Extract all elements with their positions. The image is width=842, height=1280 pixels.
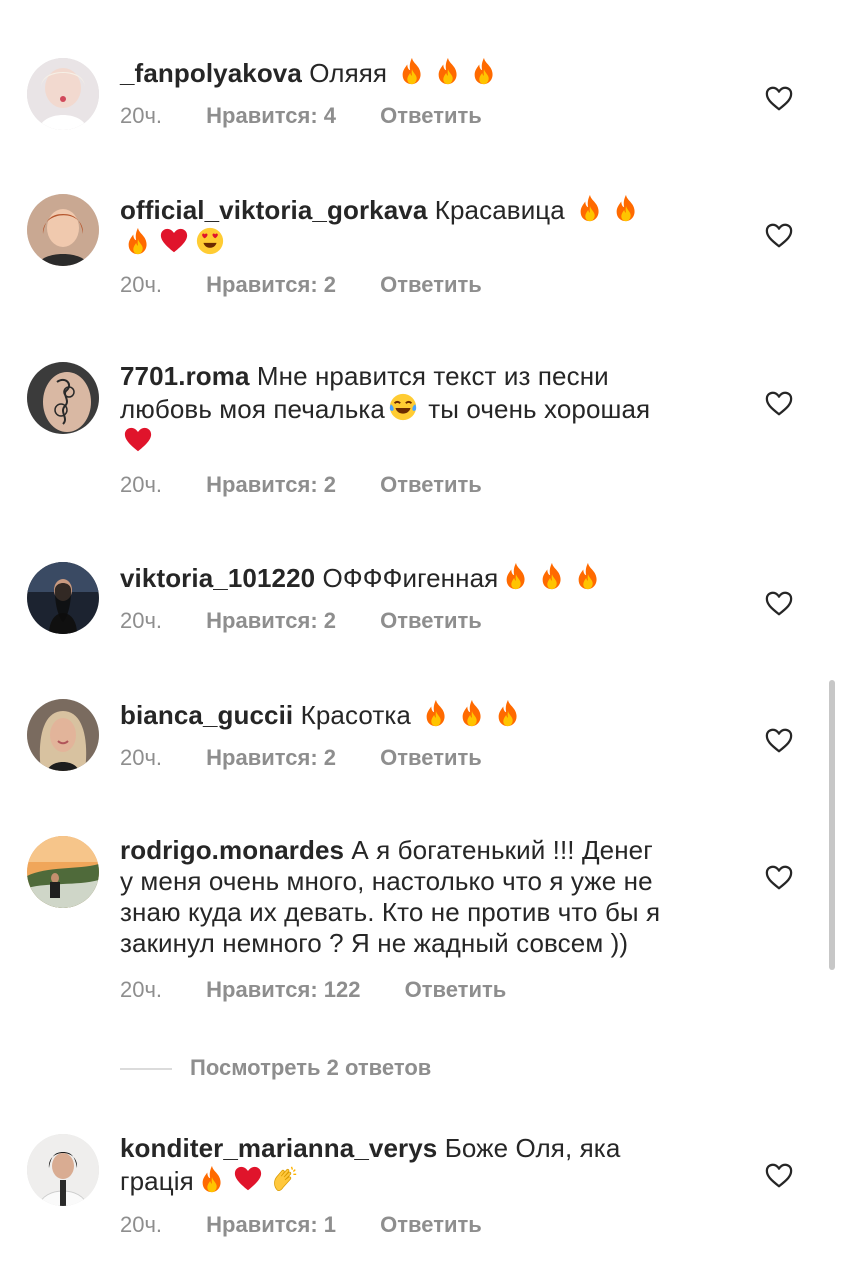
- red-heart-emoji-icon: [233, 1164, 263, 1194]
- like-heart-icon[interactable]: [764, 221, 794, 249]
- comment-meta: 20ч. Нравится: 4 Ответить: [120, 101, 482, 131]
- comment-text: konditer_marianna_verys Боже Оля, яка гр…: [120, 1133, 720, 1197]
- comment-body: Красотка: [300, 700, 411, 730]
- fire-emoji-icon: [537, 561, 567, 591]
- comment-body: ты очень хорошая: [428, 394, 651, 424]
- like-heart-icon[interactable]: [764, 1161, 794, 1189]
- comment-username[interactable]: 7701.roma: [120, 361, 250, 391]
- scrollbar[interactable]: [829, 680, 835, 970]
- reply-button[interactable]: Ответить: [380, 1210, 482, 1240]
- fire-emoji-icon: [469, 56, 499, 86]
- fire-emoji-icon: [421, 698, 451, 728]
- reply-button[interactable]: Ответить: [380, 470, 482, 500]
- red-heart-emoji-icon: [159, 226, 189, 256]
- comment-time: 20ч.: [120, 1212, 163, 1237]
- comment-username[interactable]: konditer_marianna_verys: [120, 1133, 437, 1163]
- comment-body: закинул немного ? Я не жадный совсем )): [120, 928, 629, 958]
- like-heart-icon[interactable]: [764, 726, 794, 754]
- likes-count[interactable]: Нравится: 4: [206, 101, 336, 131]
- avatar[interactable]: [27, 699, 99, 771]
- comment-body: Мне нравится текст из песни: [256, 361, 609, 391]
- comment-body: Боже Оля, яка: [444, 1133, 621, 1163]
- likes-count[interactable]: Нравится: 2: [206, 470, 336, 500]
- replies-divider-line: [120, 1068, 172, 1071]
- comment-time: 20ч.: [120, 103, 163, 128]
- avatar[interactable]: [27, 58, 99, 130]
- comment-meta: 20ч. Нравится: 122 Ответить: [120, 975, 506, 1005]
- reply-button[interactable]: Ответить: [380, 606, 482, 636]
- view-replies-label: Посмотреть 2 ответов: [190, 1055, 432, 1080]
- comment-username[interactable]: official_viktoria_gorkava: [120, 195, 427, 225]
- comment-meta: 20ч. Нравится: 2 Ответить: [120, 743, 482, 773]
- reply-button[interactable]: Ответить: [380, 743, 482, 773]
- heart-eyes-emoji-icon: [195, 226, 225, 256]
- comment-meta: 20ч. Нравится: 2 Ответить: [120, 270, 482, 300]
- comment-meta: 20ч. Нравится: 2 Ответить: [120, 606, 482, 636]
- comment-time: 20ч.: [120, 745, 163, 770]
- comment-time: 20ч.: [120, 472, 163, 497]
- comment-body: Красавица: [434, 195, 565, 225]
- likes-count[interactable]: Нравится: 1: [206, 1210, 336, 1240]
- comment-text: viktoria_101220 ОФФФигенная: [120, 561, 720, 594]
- like-heart-icon[interactable]: [764, 589, 794, 617]
- comment-meta: 20ч. Нравится: 1 Ответить: [120, 1210, 482, 1240]
- comment-body: А я богатенький !!! Денег: [351, 835, 653, 865]
- like-heart-icon[interactable]: [764, 84, 794, 112]
- reply-button[interactable]: Ответить: [380, 270, 482, 300]
- comment-text: _fanpolyakova Оляяя: [120, 56, 720, 89]
- view-replies-button[interactable]: Посмотреть 2 ответов: [120, 1052, 431, 1084]
- likes-count[interactable]: Нравится: 2: [206, 743, 336, 773]
- fire-emoji-icon: [123, 226, 153, 256]
- comment-username[interactable]: bianca_guccii: [120, 700, 293, 730]
- comment-body: любовь моя печалька: [120, 394, 385, 424]
- comment-time: 20ч.: [120, 272, 163, 297]
- like-heart-icon[interactable]: [764, 863, 794, 891]
- likes-count[interactable]: Нравится: 2: [206, 270, 336, 300]
- clapping-hands-emoji-icon: [269, 1164, 299, 1194]
- comment-text: bianca_guccii Красотка: [120, 698, 720, 731]
- comment-body: у меня очень много, настолько что я уже …: [120, 866, 653, 896]
- avatar[interactable]: [27, 362, 99, 434]
- fire-emoji-icon: [493, 698, 523, 728]
- comment-text: 7701.roma Мне нравится текст из песни лю…: [120, 361, 720, 458]
- fire-emoji-icon: [197, 1164, 227, 1194]
- comment-body: Оляяя: [309, 58, 388, 88]
- comment-username[interactable]: _fanpolyakova: [120, 58, 302, 88]
- avatar[interactable]: [27, 194, 99, 266]
- comment-text: official_viktoria_gorkava Красавица: [120, 193, 720, 259]
- comment-username[interactable]: viktoria_101220: [120, 563, 315, 593]
- reply-button[interactable]: Ответить: [380, 101, 482, 131]
- red-heart-emoji-icon: [123, 425, 153, 455]
- fire-emoji-icon: [611, 193, 641, 223]
- comment-username[interactable]: rodrigo.monardes: [120, 835, 344, 865]
- fire-emoji-icon: [501, 561, 531, 591]
- fire-emoji-icon: [573, 561, 603, 591]
- comments-list: _fanpolyakova Оляяя 20ч. Нравится: 4 Отв…: [0, 0, 842, 1280]
- like-heart-icon[interactable]: [764, 389, 794, 417]
- avatar[interactable]: [27, 562, 99, 634]
- fire-emoji-icon: [575, 193, 605, 223]
- comment-text: rodrigo.monardes А я богатенький !!! Ден…: [120, 835, 720, 959]
- fire-emoji-icon: [397, 56, 427, 86]
- likes-count[interactable]: Нравится: 2: [206, 606, 336, 636]
- comment-body: ОФФФигенная: [322, 563, 499, 593]
- fire-emoji-icon: [433, 56, 463, 86]
- comment-meta: 20ч. Нравится: 2 Ответить: [120, 470, 482, 500]
- avatar[interactable]: [27, 1134, 99, 1206]
- comment-time: 20ч.: [120, 977, 163, 1002]
- reply-button[interactable]: Ответить: [405, 975, 507, 1005]
- fire-emoji-icon: [457, 698, 487, 728]
- comment-time: 20ч.: [120, 608, 163, 633]
- avatar[interactable]: [27, 836, 99, 908]
- joy-emoji-icon: [388, 392, 418, 422]
- comment-body: грація: [120, 1166, 194, 1196]
- comment-body: знаю куда их девать. Кто не против что б…: [120, 897, 661, 927]
- likes-count[interactable]: Нравится: 122: [206, 975, 360, 1005]
